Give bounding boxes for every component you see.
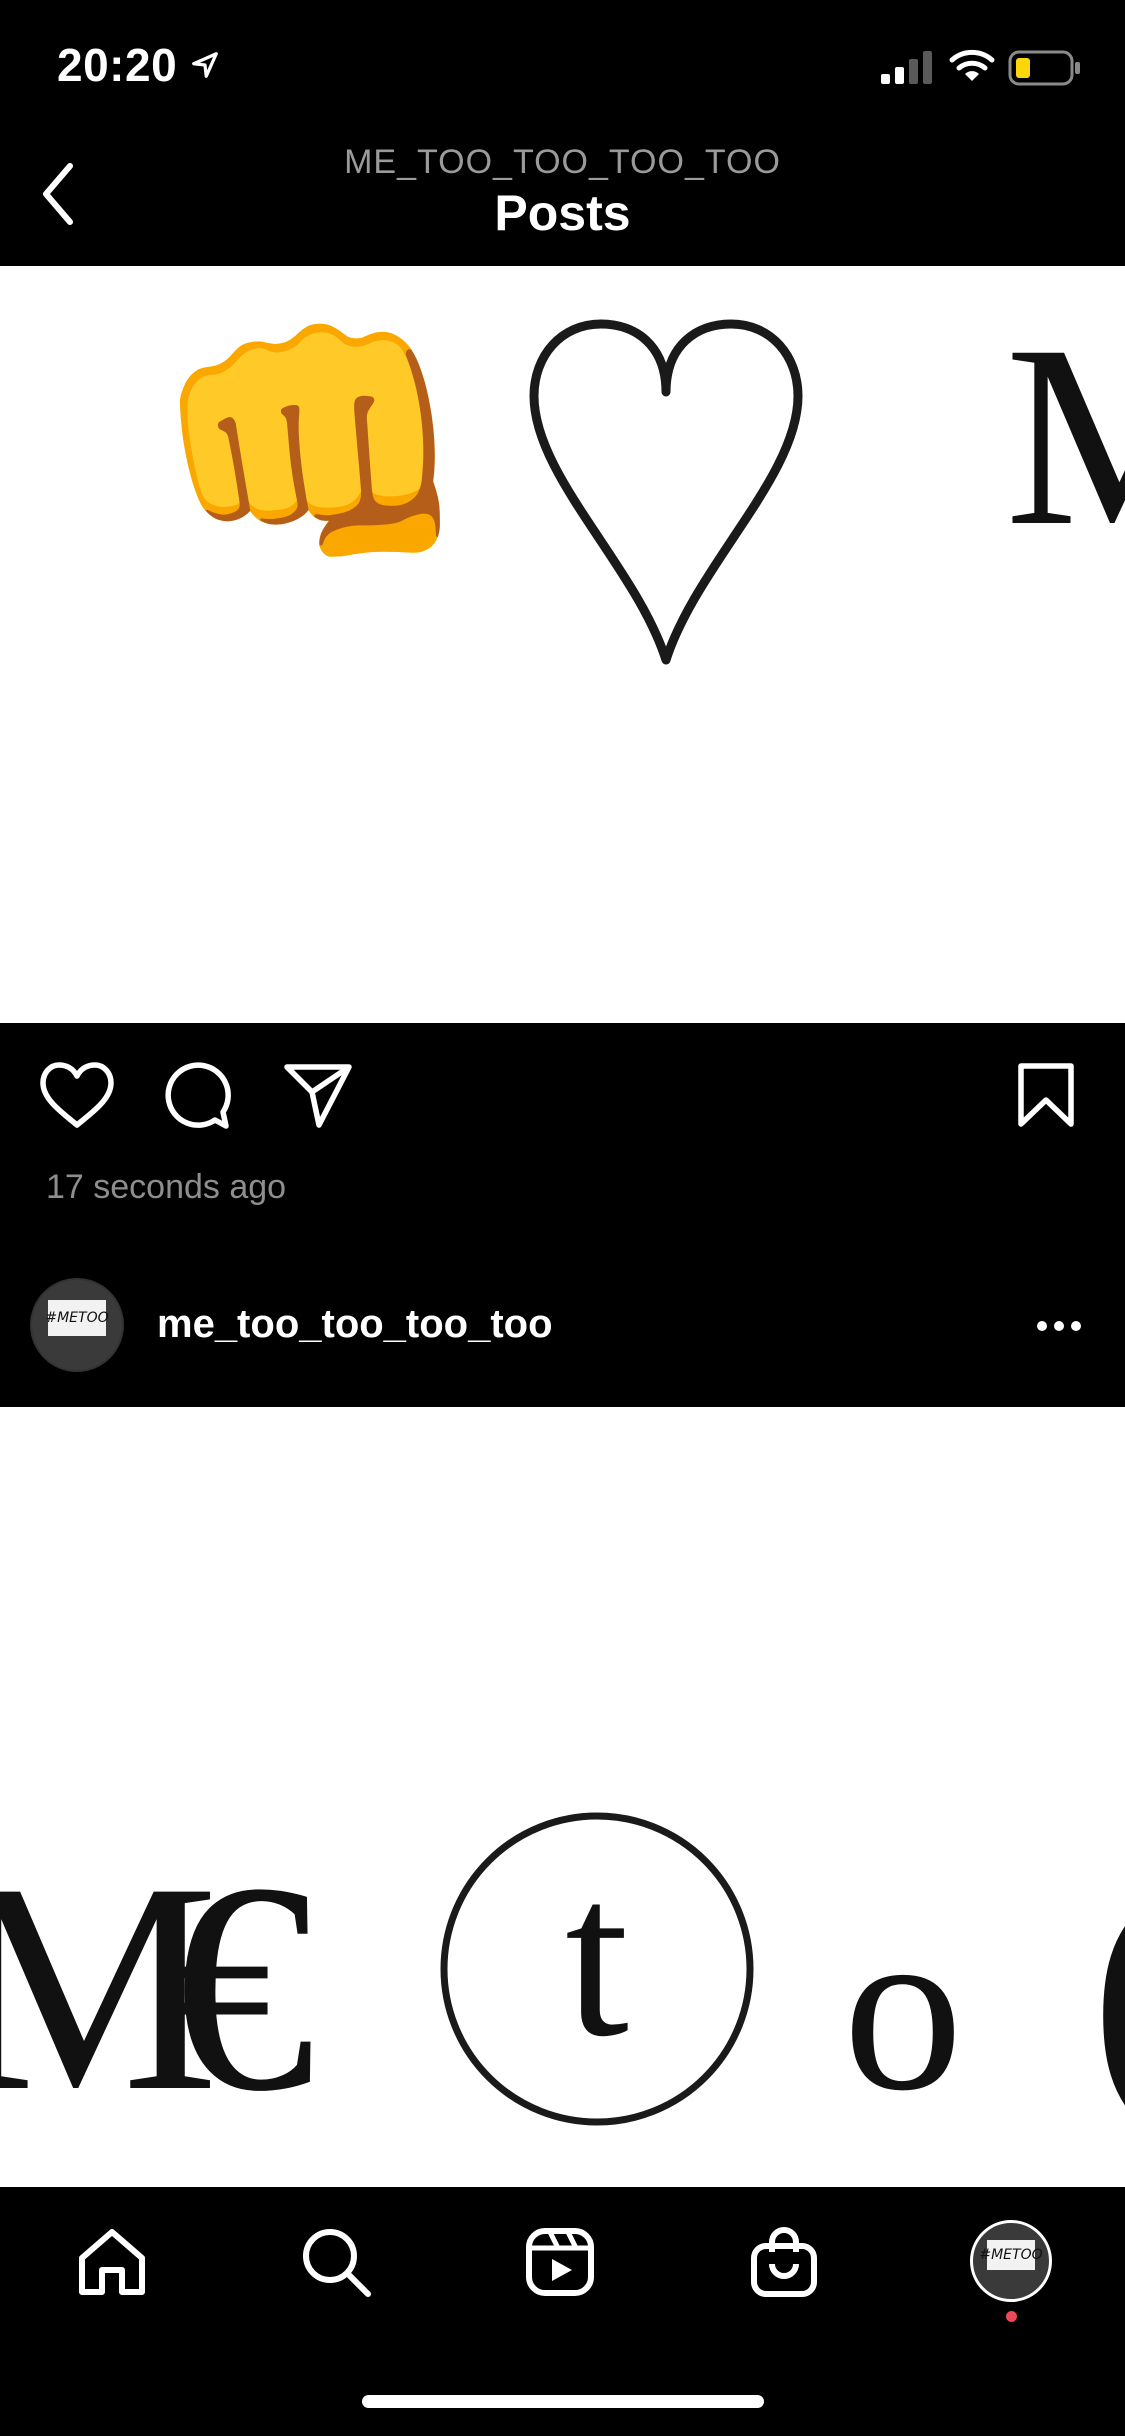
like-button[interactable] — [40, 1062, 114, 1128]
post-image[interactable]: M € t o ( — [0, 1407, 1125, 2187]
heart-outline-graphic — [529, 319, 803, 665]
shop-icon[interactable] — [748, 2226, 820, 2298]
post-timestamp: 17 seconds ago — [46, 1168, 287, 1206]
home-indicator[interactable] — [362, 2395, 764, 2408]
profile-tab-avatar[interactable]: #METOO — [970, 2220, 1052, 2302]
avatar-sign-text: #METOO — [979, 2239, 1043, 2271]
reels-icon[interactable] — [524, 2226, 596, 2298]
fist-emoji: 👊 — [150, 301, 474, 591]
post-euro-glyph: € — [165, 1821, 315, 2153]
notification-dot — [1006, 2311, 1017, 2322]
wifi-icon — [949, 49, 995, 81]
location-arrow-icon — [192, 52, 218, 78]
post-image[interactable]: 👊 M — [0, 266, 1125, 1023]
post-author-username[interactable]: me_too_too_too_too — [157, 1302, 553, 1347]
search-icon[interactable] — [300, 2226, 372, 2298]
circled-letter-text: t — [565, 1829, 629, 2084]
share-button[interactable] — [283, 1062, 353, 1128]
post-partial-glyph: ( — [1090, 1837, 1125, 2137]
comment-button[interactable] — [163, 1062, 233, 1130]
save-bookmark-button[interactable] — [1015, 1062, 1077, 1128]
page-title: Posts — [494, 185, 631, 241]
header-username: ME_TOO_TOO_TOO_TOO — [344, 143, 781, 181]
more-options-icon[interactable] — [1036, 1320, 1082, 1332]
avatar-sign-text: #METOO — [45, 1299, 109, 1336]
home-icon[interactable] — [76, 2226, 148, 2298]
status-time: 20:20 — [57, 39, 178, 91]
circled-letter-glyph: t — [438, 1810, 756, 2128]
cellular-signal-icon — [881, 51, 932, 84]
post-letter-glyph: o — [843, 1874, 963, 2140]
post-author-avatar[interactable]: #METOO — [30, 1278, 124, 1372]
battery-icon — [1008, 50, 1080, 86]
post-letter-glyph: M — [1005, 292, 1125, 580]
